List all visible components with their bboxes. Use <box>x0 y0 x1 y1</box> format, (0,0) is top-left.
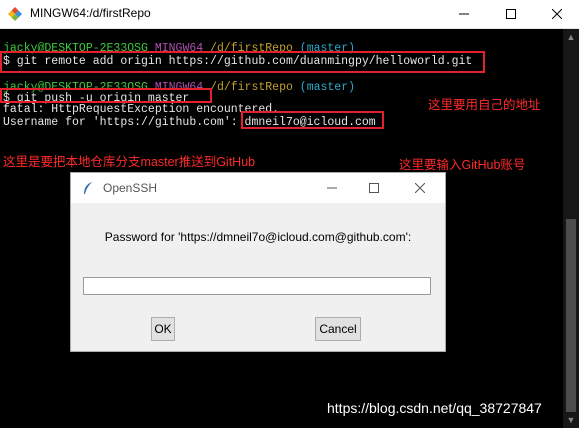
output-fatal: fatal: HttpRequestException encountered. <box>3 103 280 116</box>
maximize-icon <box>506 9 516 19</box>
annotation-push-branch: 这里是要把本地仓库分支master推送到GitHub <box>3 155 256 169</box>
highlight-push-command <box>0 88 212 103</box>
dialog-title: OpenSSH <box>103 181 158 195</box>
terminal-scrollbar[interactable]: ▲ ▼ <box>563 29 579 428</box>
dialog-titlebar: OpenSSH <box>71 173 445 203</box>
annotation-account: 这里要输入GitHub账号 <box>399 158 526 172</box>
minimize-icon <box>459 13 469 15</box>
close-icon <box>552 9 562 19</box>
watermark: https://blog.csdn.net/qq_38727847 <box>327 400 542 416</box>
mingw-diamond-icon <box>8 7 22 21</box>
highlight-remote-command <box>0 51 485 73</box>
username-prompt: Username for 'https://github.com': <box>3 116 245 129</box>
minimize-button[interactable] <box>441 0 487 28</box>
annotation-own-address: 这里要用自己的地址 <box>428 98 541 112</box>
window-titlebar: MINGW64:/d/firstRepo <box>0 0 579 29</box>
maximize-button[interactable] <box>488 0 534 28</box>
dialog-close-button[interactable] <box>399 173 441 203</box>
password-input[interactable] <box>83 277 431 295</box>
maximize-icon <box>369 183 379 193</box>
dialog-minimize-button[interactable] <box>311 173 353 203</box>
password-prompt: Password for 'https://dmneil7o@icloud.co… <box>104 230 412 244</box>
close-button[interactable] <box>534 0 579 28</box>
dialog-maximize-button[interactable] <box>353 173 395 203</box>
scroll-up-icon[interactable]: ▲ <box>563 29 579 45</box>
highlight-username <box>241 111 384 129</box>
openssh-dialog: OpenSSH Password for 'https://dmneil7o@i… <box>70 172 446 352</box>
window-title: MINGW64:/d/firstRepo <box>30 6 151 20</box>
cancel-button[interactable]: Cancel <box>315 317 361 341</box>
feather-icon <box>84 182 92 194</box>
scrollbar-thumb[interactable] <box>566 219 576 412</box>
minimize-icon <box>327 187 337 189</box>
ok-button[interactable]: OK <box>151 317 175 341</box>
close-icon <box>415 183 425 193</box>
scroll-down-icon[interactable]: ▼ <box>563 412 579 428</box>
prompt-branch: (master) <box>299 81 356 94</box>
prompt-path: /d/firstRepo <box>210 81 293 94</box>
